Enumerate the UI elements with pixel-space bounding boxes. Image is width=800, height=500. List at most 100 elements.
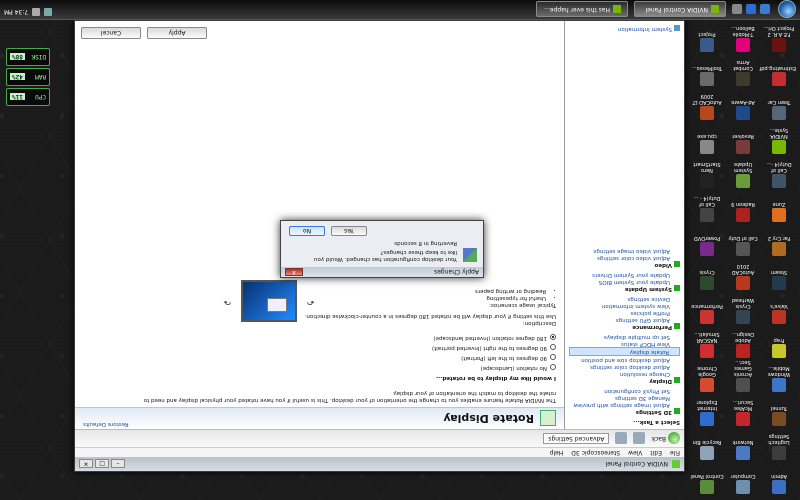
- back-button[interactable]: Back: [651, 432, 680, 445]
- desktop-icon[interactable]: Zune: [762, 188, 796, 222]
- menu-item[interactable]: Help: [550, 449, 564, 456]
- rotation-option[interactable]: 90 degrees to the right (Inverted portra…: [83, 344, 556, 351]
- tree-task-link[interactable]: Adjust desktop color settings: [569, 363, 680, 370]
- tree-task-link[interactable]: Change resolution: [569, 370, 680, 377]
- desktop-icon[interactable]: Combat Arms: [726, 52, 760, 86]
- desktop-icon[interactable]: Computer: [726, 460, 760, 494]
- desktop-icon[interactable]: AutoCAD LT 2009: [690, 86, 724, 120]
- desktop-icon[interactable]: Call of Duty: [726, 222, 760, 256]
- menu-item[interactable]: File: [670, 449, 680, 456]
- tree-category[interactable]: Display: [569, 377, 680, 384]
- desktop-icon[interactable]: Google Chrome: [690, 358, 724, 392]
- desktop-icon[interactable]: Nero StartSmart: [690, 154, 724, 188]
- rotate-left-arrow-icon[interactable]: ↶: [307, 296, 315, 306]
- desktop-icon[interactable]: NVIDIA Syste...: [762, 120, 796, 154]
- taskbar-button[interactable]: NVIDIA Control Panel: [634, 1, 726, 18]
- show-desktop-icon[interactable]: [760, 4, 770, 15]
- desktop-icon[interactable]: Recycle Bin: [690, 426, 724, 460]
- desktop-icon[interactable]: McAfee Securi...: [726, 392, 760, 426]
- tree-task-link[interactable]: Adjust desktop size and position: [569, 356, 680, 363]
- rotation-option[interactable]: No rotation (Landscape): [83, 364, 556, 371]
- desktop-icon[interactable]: Admin: [762, 460, 796, 494]
- tree-task-link[interactable]: Rotate display: [569, 347, 680, 356]
- menu-item[interactable]: View: [628, 449, 642, 456]
- clock[interactable]: 7:34 PM: [4, 9, 28, 16]
- menu-item[interactable]: Stereoscopic 3D: [571, 449, 620, 456]
- tree-task-link[interactable]: Profile policies: [569, 309, 680, 316]
- desktop-icon[interactable]: Estimating.pdf: [760, 52, 796, 86]
- desktop-icon[interactable]: Network: [726, 426, 760, 460]
- dialog-close-button[interactable]: x: [285, 268, 303, 276]
- maximize-icon[interactable]: □: [95, 459, 109, 469]
- tree-category[interactable]: 3D Settings: [569, 408, 680, 415]
- volume-icon[interactable]: [32, 8, 41, 16]
- desktop-icon[interactable]: Tunnel: [762, 392, 796, 426]
- advanced-settings-dropdown[interactable]: Advanced Settings: [543, 433, 610, 444]
- desktop-icon[interactable]: Town Car: [762, 86, 796, 120]
- home-icon[interactable]: [615, 432, 628, 445]
- tree-task-link[interactable]: Adjust image settings with preview: [569, 401, 680, 408]
- desktop-icon[interactable]: Call of Duty(4 -...: [762, 154, 796, 188]
- switch-windows-icon[interactable]: [732, 4, 742, 15]
- rotation-option[interactable]: 90 degrees to the left (Portrait): [83, 354, 556, 361]
- desktop-icon[interactable]: Valve's: [762, 290, 796, 324]
- tree-task-link[interactable]: Adjust GPU settings: [569, 316, 680, 323]
- tree-category[interactable]: Video: [569, 261, 680, 268]
- tree-task-link[interactable]: Device settings: [569, 295, 680, 302]
- desktop-icon[interactable]: F.E.A.R. 2 Project Ori...: [762, 18, 796, 52]
- desktop-icon[interactable]: Internet Explorer: [690, 392, 724, 426]
- desktop-icon[interactable]: Frap: [762, 324, 796, 358]
- desktop-icon[interactable]: AutoCAD 2010: [726, 256, 760, 290]
- tree-category[interactable]: System Update: [569, 285, 680, 292]
- desktop-icon[interactable]: Project: [690, 18, 724, 52]
- window-title-bar[interactable]: NVIDIA Control Panel – □ ✕: [75, 457, 684, 471]
- desktop-icon[interactable]: Crysis: [690, 256, 724, 290]
- radio-button[interactable]: [550, 354, 556, 361]
- rotation-option[interactable]: 180 degree rotation (Inverted landscape): [83, 334, 556, 341]
- radio-button[interactable]: [550, 364, 556, 371]
- desktop-icon[interactable]: Acronis Games Secr...: [726, 358, 760, 392]
- tree-task-link[interactable]: View HDCP status: [569, 340, 680, 347]
- desktop-icon[interactable]: Call of Duty(4 - ...: [690, 188, 724, 222]
- apply-button[interactable]: Apply: [147, 27, 207, 39]
- desktop-icon[interactable]: System Update: [726, 154, 760, 188]
- tree-task-link[interactable]: Manage 3D settings: [569, 394, 680, 401]
- taskbar-button[interactable]: Has this ever happe...: [536, 1, 628, 18]
- desktop-icon[interactable]: NASCAR Simulati...: [690, 324, 724, 358]
- desktop-icon[interactable]: Control Panel: [690, 460, 724, 494]
- close-icon[interactable]: ✕: [79, 459, 93, 469]
- minimize-icon[interactable]: –: [111, 459, 125, 469]
- radio-button[interactable]: [550, 344, 556, 351]
- internet-explorer-icon[interactable]: [746, 4, 756, 15]
- desktop-icon[interactable]: T-Mobile Balloon...: [726, 18, 760, 52]
- dialog-title-bar[interactable]: Apply Changes x: [281, 267, 483, 277]
- tree-task-link[interactable]: Set PhysX configuration: [569, 387, 680, 394]
- desktop-icon[interactable]: Crysis Warhead: [726, 290, 760, 324]
- desktop-icon[interactable]: Windows Mobile...: [762, 358, 796, 392]
- no-button[interactable]: No: [289, 226, 325, 236]
- tree-task-link[interactable]: Update your System Drivers: [569, 271, 680, 278]
- cancel-button[interactable]: Cancel: [81, 27, 141, 39]
- yes-button[interactable]: Yes: [331, 226, 367, 236]
- radio-button[interactable]: [550, 334, 556, 341]
- tree-category[interactable]: Performance: [569, 323, 680, 330]
- restore-defaults-link[interactable]: Restore Defaults: [83, 421, 129, 427]
- desktop-icon[interactable]: cpu.exe: [690, 120, 724, 154]
- tree-task-link[interactable]: Adjust video color settings: [569, 254, 680, 261]
- tree-task-link[interactable]: Set up multiple displays: [569, 333, 680, 340]
- desktop-icon[interactable]: Steam: [762, 256, 796, 290]
- desktop-icon[interactable]: Ad-Aware: [726, 86, 760, 120]
- desktop-icon[interactable]: Radeon 9: [726, 188, 760, 222]
- menu-item[interactable]: Edit: [650, 449, 662, 456]
- desktop-icon[interactable]: Revolver: [726, 120, 760, 154]
- tree-task-link[interactable]: Update your System BIOS: [569, 278, 680, 285]
- system-information-link[interactable]: System Information: [618, 25, 680, 32]
- desktop-icon[interactable]: PowerDVD: [690, 222, 724, 256]
- rotate-right-arrow-icon[interactable]: ↷: [223, 296, 231, 306]
- desktop-icon[interactable]: Logitech Settings: [762, 426, 796, 460]
- start-button[interactable]: [778, 0, 796, 19]
- desktop-icon[interactable]: Performance: [690, 290, 724, 324]
- tree-task-link[interactable]: View system information: [569, 302, 680, 309]
- network-icon[interactable]: [44, 8, 53, 16]
- desktop-icon[interactable]: Far Cry 2: [762, 222, 796, 256]
